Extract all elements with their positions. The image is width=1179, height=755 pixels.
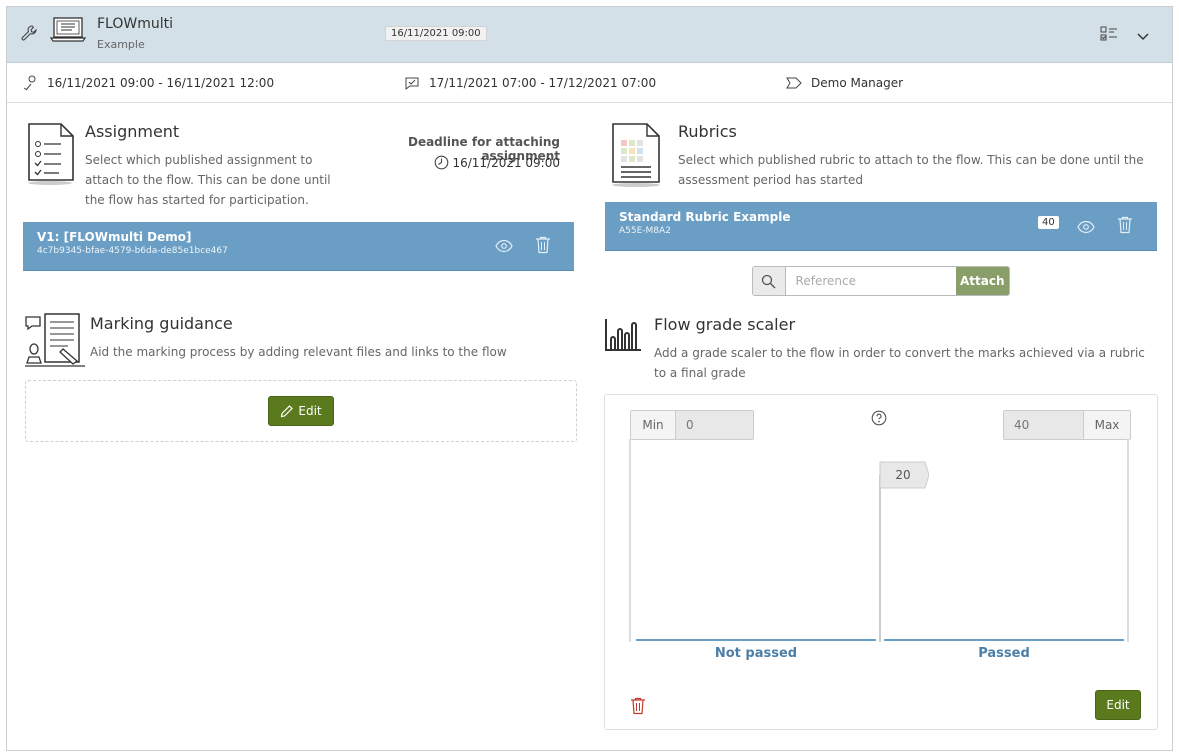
- laptop-icon: [49, 17, 87, 47]
- delete-scaler-icon[interactable]: [630, 697, 646, 719]
- flow-manager-text: Demo Manager: [811, 76, 904, 90]
- threshold-value[interactable]: 20: [879, 461, 927, 489]
- rubrics-title: Rubrics: [678, 122, 737, 141]
- assignment-icon: [25, 122, 77, 190]
- grade-scaler-edit-button[interactable]: Edit: [1095, 690, 1141, 720]
- attach-button[interactable]: Attach: [955, 267, 1009, 295]
- marking-guidance-description: Aid the marking process by adding releva…: [90, 345, 507, 359]
- attached-assignment[interactable]: V1: [FLOWmulti Demo] 4c7b9345-bfae-4579-…: [23, 222, 574, 271]
- participant-icon: [23, 75, 36, 91]
- marking-guidance-edit-label: Edit: [298, 404, 322, 418]
- chevron-down-icon[interactable]: [1136, 27, 1150, 46]
- marking-guidance-title: Marking guidance: [90, 314, 233, 333]
- not-passed-range: [636, 639, 876, 641]
- pencil-icon: [281, 405, 294, 418]
- deadline-value-text: 16/11/2021 09:00: [452, 155, 560, 170]
- rubric-search: Attach: [752, 266, 1010, 296]
- assignment-description: Select which published assignment to att…: [85, 153, 331, 207]
- assignment-id: 4c7b9345-bfae-4579-b6da-de85e1bce467: [37, 246, 228, 256]
- min-score-field[interactable]: Min 0: [630, 410, 754, 440]
- deadline-value: 16/11/2021 09:00: [347, 155, 560, 170]
- max-label: Max: [1084, 411, 1130, 439]
- trash-icon[interactable]: [535, 236, 551, 258]
- assignment-title: Assignment: [85, 122, 180, 141]
- flow-title: FLOWmulti: [97, 16, 173, 32]
- search-icon[interactable]: [753, 267, 786, 295]
- clock-icon: [435, 155, 449, 170]
- help-icon[interactable]: [871, 410, 887, 430]
- flow-info-bar: 16/11/2021 09:00 - 16/11/2021 12:00 17/1…: [7, 63, 1172, 103]
- grade-scaler-title: Flow grade scaler: [654, 315, 796, 334]
- participation-period-text: 16/11/2021 09:00 - 16/11/2021 12:00: [47, 76, 275, 90]
- assessment-period-text: 17/11/2021 07:00 - 17/12/2021 07:00: [429, 76, 657, 90]
- flow-manager: Demo Manager: [785, 75, 903, 91]
- rubric-reference-input[interactable]: [785, 267, 956, 295]
- rubrics-description: Select which published rubric to attach …: [678, 153, 1144, 187]
- attached-rubric[interactable]: Standard Rubric Example A55E-M8A2 40: [605, 202, 1157, 251]
- grade-scaler-icon: [603, 317, 643, 357]
- marking-guidance-icon: [23, 311, 89, 373]
- assessment-period: 17/11/2021 07:00 - 17/12/2021 07:00: [403, 75, 656, 91]
- grade-label-not-passed: Not passed: [714, 646, 798, 661]
- grade-scaler-description: Add a grade scaler to the flow in order …: [654, 346, 1145, 380]
- min-label: Min: [631, 411, 675, 439]
- eye-icon[interactable]: [495, 238, 513, 257]
- marking-guidance-edit-button[interactable]: Edit: [268, 396, 334, 426]
- max-value[interactable]: 40: [1004, 411, 1084, 439]
- assignment-name: V1: [FLOWmulti Demo]: [37, 230, 192, 244]
- rubric-points-badge: 40: [1038, 216, 1059, 229]
- rubric-icon: [609, 122, 665, 192]
- trash-icon[interactable]: [1117, 216, 1133, 238]
- grade-scaler-panel: Min 0 40 Max 20 Not passed Passed Edit: [604, 394, 1158, 730]
- checklist-icon[interactable]: [1100, 26, 1118, 46]
- wrench-icon[interactable]: [21, 25, 37, 45]
- grade-threshold-line[interactable]: [879, 475, 881, 642]
- manager-icon: [786, 77, 802, 89]
- passed-range: [884, 639, 1124, 641]
- max-score-field[interactable]: 40 Max: [1003, 410, 1131, 440]
- flow-panel: FLOWmulti Example 16/11/2021 09:00 16/11…: [6, 6, 1173, 751]
- eye-icon[interactable]: [1077, 219, 1095, 238]
- rubric-name: Standard Rubric Example: [619, 210, 791, 224]
- assessment-icon: [405, 77, 419, 90]
- participation-period: 16/11/2021 09:00 - 16/11/2021 12:00: [21, 75, 274, 91]
- min-value[interactable]: 0: [675, 411, 753, 439]
- grade-label-passed: Passed: [978, 646, 1030, 661]
- rubric-id: A55E-M8A2: [619, 226, 671, 236]
- flow-header: FLOWmulti Example 16/11/2021 09:00: [7, 7, 1172, 63]
- header-date-badge: 16/11/2021 09:00: [385, 26, 487, 41]
- flow-subtitle: Example: [97, 38, 145, 51]
